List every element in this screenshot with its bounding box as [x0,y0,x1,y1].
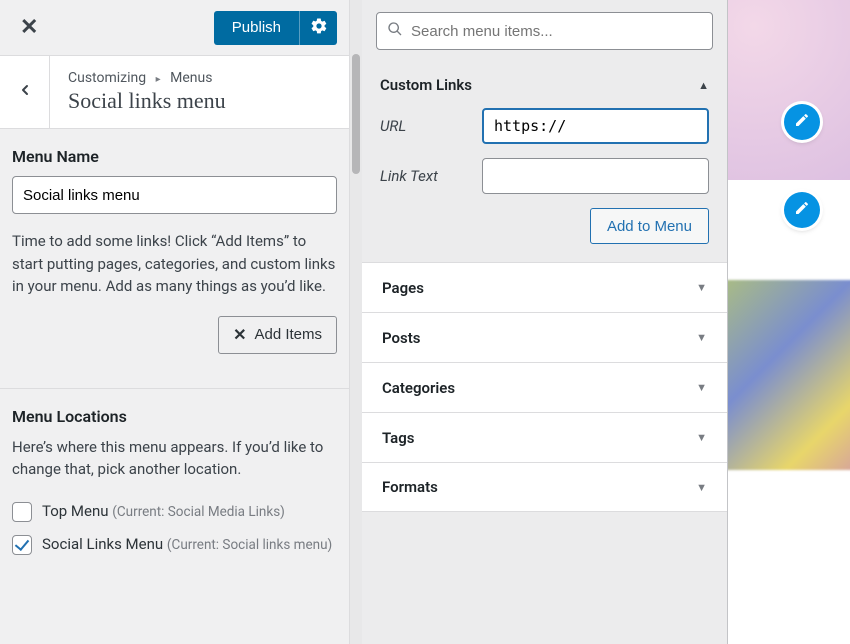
accordion-tags[interactable]: Tags ▼ [362,412,727,462]
section-header: Customizing ▸ Menus Social links menu [0,56,349,129]
custom-link-text-input[interactable] [482,158,709,194]
pencil-icon [794,200,810,220]
menu-name-controls: Menu Name Time to add some links! Click … [0,129,349,366]
menu-locations-heading: Menu Locations [12,407,337,426]
close-icon[interactable]: ✕ [12,9,46,46]
search-input[interactable] [411,23,702,40]
accordion-categories[interactable]: Categories ▼ [362,362,727,412]
menu-help-text: Time to add some links! Click “Add Items… [12,230,337,298]
accordion-posts[interactable]: Posts ▼ [362,312,727,362]
items-scrollbar-track[interactable] [350,0,362,644]
chevron-down-icon: ▼ [696,431,707,444]
location-row-top-menu: Top Menu (Current: Social Media Links) [12,495,337,528]
location-label: Top Menu (Current: Social Media Links) [42,501,285,522]
chevron-down-icon: ▼ [696,481,707,494]
breadcrumb-separator-icon: ▸ [156,74,161,85]
menu-name-label: Menu Name [12,147,337,166]
search-wrap [362,0,727,62]
custom-link-url-label: URL [380,117,470,135]
edit-shortcut-button[interactable] [784,104,820,140]
gear-icon [310,17,328,38]
breadcrumb-root: Customizing [68,70,146,86]
chevron-up-icon: ▲ [698,79,709,92]
custom-links-heading-row[interactable]: Custom Links ▲ [380,66,709,108]
items-scrollbar-thumb[interactable] [352,54,360,174]
chevron-down-icon: ▼ [696,381,707,394]
breadcrumb-leaf: Menus [170,70,212,86]
accordion-formats[interactable]: Formats ▼ [362,462,727,512]
publish-group: Publish [214,11,337,45]
chevron-down-icon: ▼ [696,281,707,294]
location-checkbox-social-links[interactable] [12,535,32,555]
custom-link-text-row: Link Text [380,158,709,194]
close-icon: ✕ [233,325,246,345]
search-box[interactable] [376,12,713,50]
location-label: Social Links Menu (Current: Social links… [42,534,332,555]
section-head-text: Customizing ▸ Menus Social links menu [50,56,349,128]
custom-link-url-input[interactable] [482,108,709,144]
menu-locations-help: Here’s where this menu appears. If you’d… [12,436,337,481]
add-items-button[interactable]: ✕ Add Items [218,316,337,354]
add-items-label: Add Items [254,326,322,343]
edit-shortcut-button[interactable] [784,192,820,228]
chevron-left-icon [17,82,33,102]
custom-link-text-label: Link Text [380,167,470,185]
back-button[interactable] [0,56,50,128]
site-preview [728,0,850,644]
menu-name-input[interactable] [12,176,337,214]
add-to-menu-button[interactable]: Add to Menu [590,208,709,244]
custom-links-heading: Custom Links [380,76,472,94]
customizer-app: ✕ Publish Customizing ▸ M [0,0,850,644]
menu-locations-section: Menu Locations Here’s where this menu ap… [0,389,349,573]
custom-link-url-row: URL [380,108,709,144]
search-icon [387,21,403,41]
publish-settings-button[interactable] [299,11,337,45]
location-row-social-links: Social Links Menu (Current: Social links… [12,528,337,561]
location-checkbox-top-menu[interactable] [12,502,32,522]
available-items-panel: Custom Links ▲ URL Link Text Add to Menu… [362,0,728,644]
chevron-down-icon: ▼ [696,331,707,344]
item-type-accordion: Pages ▼ Posts ▼ Categories ▼ Tags ▼ Form… [362,262,727,512]
preview-image-block [728,0,850,180]
pencil-icon [794,112,810,132]
breadcrumb: Customizing ▸ Menus [68,70,331,86]
section-title: Social links menu [68,88,331,114]
publish-button[interactable]: Publish [214,11,299,45]
custom-links-section: Custom Links ▲ URL Link Text Add to Menu [362,62,727,262]
customize-topbar: ✕ Publish [0,0,349,56]
preview-image-block [728,280,850,470]
accordion-pages[interactable]: Pages ▼ [362,262,727,312]
customize-panel: ✕ Publish Customizing ▸ M [0,0,350,644]
